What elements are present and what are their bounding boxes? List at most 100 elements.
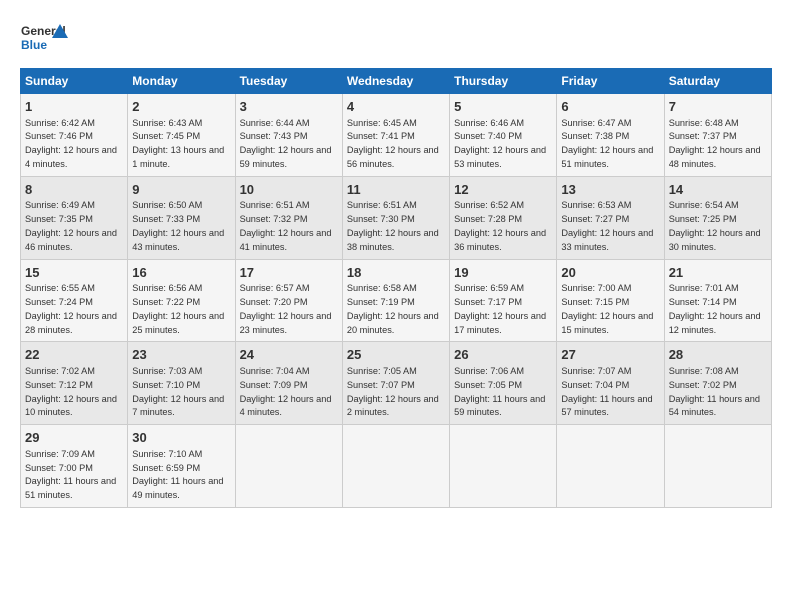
cell-info: Sunrise: 7:05 AMSunset: 7:07 PMDaylight:… xyxy=(347,366,439,417)
day-number: 24 xyxy=(240,346,338,364)
cell-info: Sunrise: 7:07 AMSunset: 7:04 PMDaylight:… xyxy=(561,366,652,417)
day-number: 25 xyxy=(347,346,445,364)
day-number: 23 xyxy=(132,346,230,364)
cell-info: Sunrise: 6:49 AMSunset: 7:35 PMDaylight:… xyxy=(25,200,117,251)
day-cell: 23 Sunrise: 7:03 AMSunset: 7:10 PMDayligh… xyxy=(128,342,235,425)
day-number: 14 xyxy=(669,181,767,199)
cell-info: Sunrise: 6:43 AMSunset: 7:45 PMDaylight:… xyxy=(132,118,224,169)
cell-info: Sunrise: 6:53 AMSunset: 7:27 PMDaylight:… xyxy=(561,200,653,251)
day-number: 7 xyxy=(669,98,767,116)
day-cell: 27 Sunrise: 7:07 AMSunset: 7:04 PMDayligh… xyxy=(557,342,664,425)
day-cell: 14Sunrise: 6:54 AMSunset: 7:25 PMDayligh… xyxy=(664,176,771,259)
day-number: 13 xyxy=(561,181,659,199)
day-number: 15 xyxy=(25,264,123,282)
logo-icon: General Blue xyxy=(20,18,70,58)
cell-info: Sunrise: 6:55 AMSunset: 7:24 PMDaylight:… xyxy=(25,283,117,334)
cell-info: Sunrise: 6:42 AMSunset: 7:46 PMDaylight:… xyxy=(25,118,117,169)
header-row: SundayMondayTuesdayWednesdayThursdayFrid… xyxy=(21,69,772,94)
col-header-saturday: Saturday xyxy=(664,69,771,94)
header: General Blue xyxy=(20,18,772,58)
cell-info: Sunrise: 7:00 AMSunset: 7:15 PMDaylight:… xyxy=(561,283,653,334)
day-cell: 7 Sunrise: 6:48 AMSunset: 7:37 PMDaylight… xyxy=(664,94,771,177)
col-header-thursday: Thursday xyxy=(450,69,557,94)
day-number: 20 xyxy=(561,264,659,282)
day-cell: 1 Sunrise: 6:42 AMSunset: 7:46 PMDaylight… xyxy=(21,94,128,177)
cell-info: Sunrise: 6:57 AMSunset: 7:20 PMDaylight:… xyxy=(240,283,332,334)
day-cell: 10Sunrise: 6:51 AMSunset: 7:32 PMDayligh… xyxy=(235,176,342,259)
day-cell: 17Sunrise: 6:57 AMSunset: 7:20 PMDayligh… xyxy=(235,259,342,342)
cell-info: Sunrise: 6:48 AMSunset: 7:37 PMDaylight:… xyxy=(669,118,761,169)
day-number: 10 xyxy=(240,181,338,199)
cell-info: Sunrise: 6:51 AMSunset: 7:30 PMDaylight:… xyxy=(347,200,439,251)
week-row-3: 15Sunrise: 6:55 AMSunset: 7:24 PMDayligh… xyxy=(21,259,772,342)
day-number: 4 xyxy=(347,98,445,116)
day-number: 22 xyxy=(25,346,123,364)
day-number: 18 xyxy=(347,264,445,282)
cell-info: Sunrise: 6:44 AMSunset: 7:43 PMDaylight:… xyxy=(240,118,332,169)
cell-info: Sunrise: 7:04 AMSunset: 7:09 PMDaylight:… xyxy=(240,366,332,417)
day-cell xyxy=(450,425,557,508)
day-number: 16 xyxy=(132,264,230,282)
day-cell: 30 Sunrise: 7:10 AMSunset: 6:59 PMDayligh… xyxy=(128,425,235,508)
day-number: 3 xyxy=(240,98,338,116)
cell-info: Sunrise: 6:52 AMSunset: 7:28 PMDaylight:… xyxy=(454,200,546,251)
cell-info: Sunrise: 7:09 AMSunset: 7:00 PMDaylight:… xyxy=(25,449,116,500)
day-number: 26 xyxy=(454,346,552,364)
cell-info: Sunrise: 6:56 AMSunset: 7:22 PMDaylight:… xyxy=(132,283,224,334)
day-cell: 2 Sunrise: 6:43 AMSunset: 7:45 PMDaylight… xyxy=(128,94,235,177)
day-number: 28 xyxy=(669,346,767,364)
day-cell: 11Sunrise: 6:51 AMSunset: 7:30 PMDayligh… xyxy=(342,176,449,259)
col-header-tuesday: Tuesday xyxy=(235,69,342,94)
day-cell: 29Sunrise: 7:09 AMSunset: 7:00 PMDayligh… xyxy=(21,425,128,508)
day-cell xyxy=(664,425,771,508)
day-number: 9 xyxy=(132,181,230,199)
day-number: 21 xyxy=(669,264,767,282)
day-number: 19 xyxy=(454,264,552,282)
day-number: 17 xyxy=(240,264,338,282)
day-cell: 8Sunrise: 6:49 AMSunset: 7:35 PMDaylight… xyxy=(21,176,128,259)
cell-info: Sunrise: 7:08 AMSunset: 7:02 PMDaylight:… xyxy=(669,366,760,417)
day-cell: 25 Sunrise: 7:05 AMSunset: 7:07 PMDayligh… xyxy=(342,342,449,425)
cell-info: Sunrise: 7:01 AMSunset: 7:14 PMDaylight:… xyxy=(669,283,761,334)
day-number: 27 xyxy=(561,346,659,364)
day-number: 8 xyxy=(25,181,123,199)
day-number: 5 xyxy=(454,98,552,116)
week-row-2: 8Sunrise: 6:49 AMSunset: 7:35 PMDaylight… xyxy=(21,176,772,259)
page: General Blue SundayMondayTuesdayWednesda… xyxy=(0,0,792,612)
day-number: 30 xyxy=(132,429,230,447)
day-cell: 12Sunrise: 6:52 AMSunset: 7:28 PMDayligh… xyxy=(450,176,557,259)
day-cell: 6Sunrise: 6:47 AMSunset: 7:38 PMDaylight… xyxy=(557,94,664,177)
day-number: 2 xyxy=(132,98,230,116)
day-cell: 5Sunrise: 6:46 AMSunset: 7:40 PMDaylight… xyxy=(450,94,557,177)
cell-info: Sunrise: 6:58 AMSunset: 7:19 PMDaylight:… xyxy=(347,283,439,334)
day-cell: 28 Sunrise: 7:08 AMSunset: 7:02 PMDayligh… xyxy=(664,342,771,425)
cell-info: Sunrise: 6:51 AMSunset: 7:32 PMDaylight:… xyxy=(240,200,332,251)
day-cell: 15Sunrise: 6:55 AMSunset: 7:24 PMDayligh… xyxy=(21,259,128,342)
col-header-monday: Monday xyxy=(128,69,235,94)
cell-info: Sunrise: 6:59 AMSunset: 7:17 PMDaylight:… xyxy=(454,283,546,334)
day-cell: 26Sunrise: 7:06 AMSunset: 7:05 PMDayligh… xyxy=(450,342,557,425)
cell-info: Sunrise: 6:50 AMSunset: 7:33 PMDaylight:… xyxy=(132,200,224,251)
day-cell: 3 Sunrise: 6:44 AMSunset: 7:43 PMDaylight… xyxy=(235,94,342,177)
day-number: 11 xyxy=(347,181,445,199)
cell-info: Sunrise: 6:47 AMSunset: 7:38 PMDaylight:… xyxy=(561,118,653,169)
day-cell: 21Sunrise: 7:01 AMSunset: 7:14 PMDayligh… xyxy=(664,259,771,342)
day-cell: 24 Sunrise: 7:04 AMSunset: 7:09 PMDayligh… xyxy=(235,342,342,425)
day-cell xyxy=(342,425,449,508)
day-cell: 4Sunrise: 6:45 AMSunset: 7:41 PMDaylight… xyxy=(342,94,449,177)
day-cell xyxy=(235,425,342,508)
cell-info: Sunrise: 7:10 AMSunset: 6:59 PMDaylight:… xyxy=(132,449,223,500)
day-number: 1 xyxy=(25,98,123,116)
day-cell: 22 Sunrise: 7:02 AMSunset: 7:12 PMDayligh… xyxy=(21,342,128,425)
cell-info: Sunrise: 7:02 AMSunset: 7:12 PMDaylight:… xyxy=(25,366,117,417)
svg-text:Blue: Blue xyxy=(21,38,47,52)
day-cell: 19Sunrise: 6:59 AMSunset: 7:17 PMDayligh… xyxy=(450,259,557,342)
cell-info: Sunrise: 6:54 AMSunset: 7:25 PMDaylight:… xyxy=(669,200,761,251)
week-row-5: 29Sunrise: 7:09 AMSunset: 7:00 PMDayligh… xyxy=(21,425,772,508)
day-cell: 16Sunrise: 6:56 AMSunset: 7:22 PMDayligh… xyxy=(128,259,235,342)
cell-info: Sunrise: 7:03 AMSunset: 7:10 PMDaylight:… xyxy=(132,366,224,417)
calendar-table: SundayMondayTuesdayWednesdayThursdayFrid… xyxy=(20,68,772,508)
week-row-1: 1 Sunrise: 6:42 AMSunset: 7:46 PMDaylight… xyxy=(21,94,772,177)
day-cell xyxy=(557,425,664,508)
day-cell: 9Sunrise: 6:50 AMSunset: 7:33 PMDaylight… xyxy=(128,176,235,259)
